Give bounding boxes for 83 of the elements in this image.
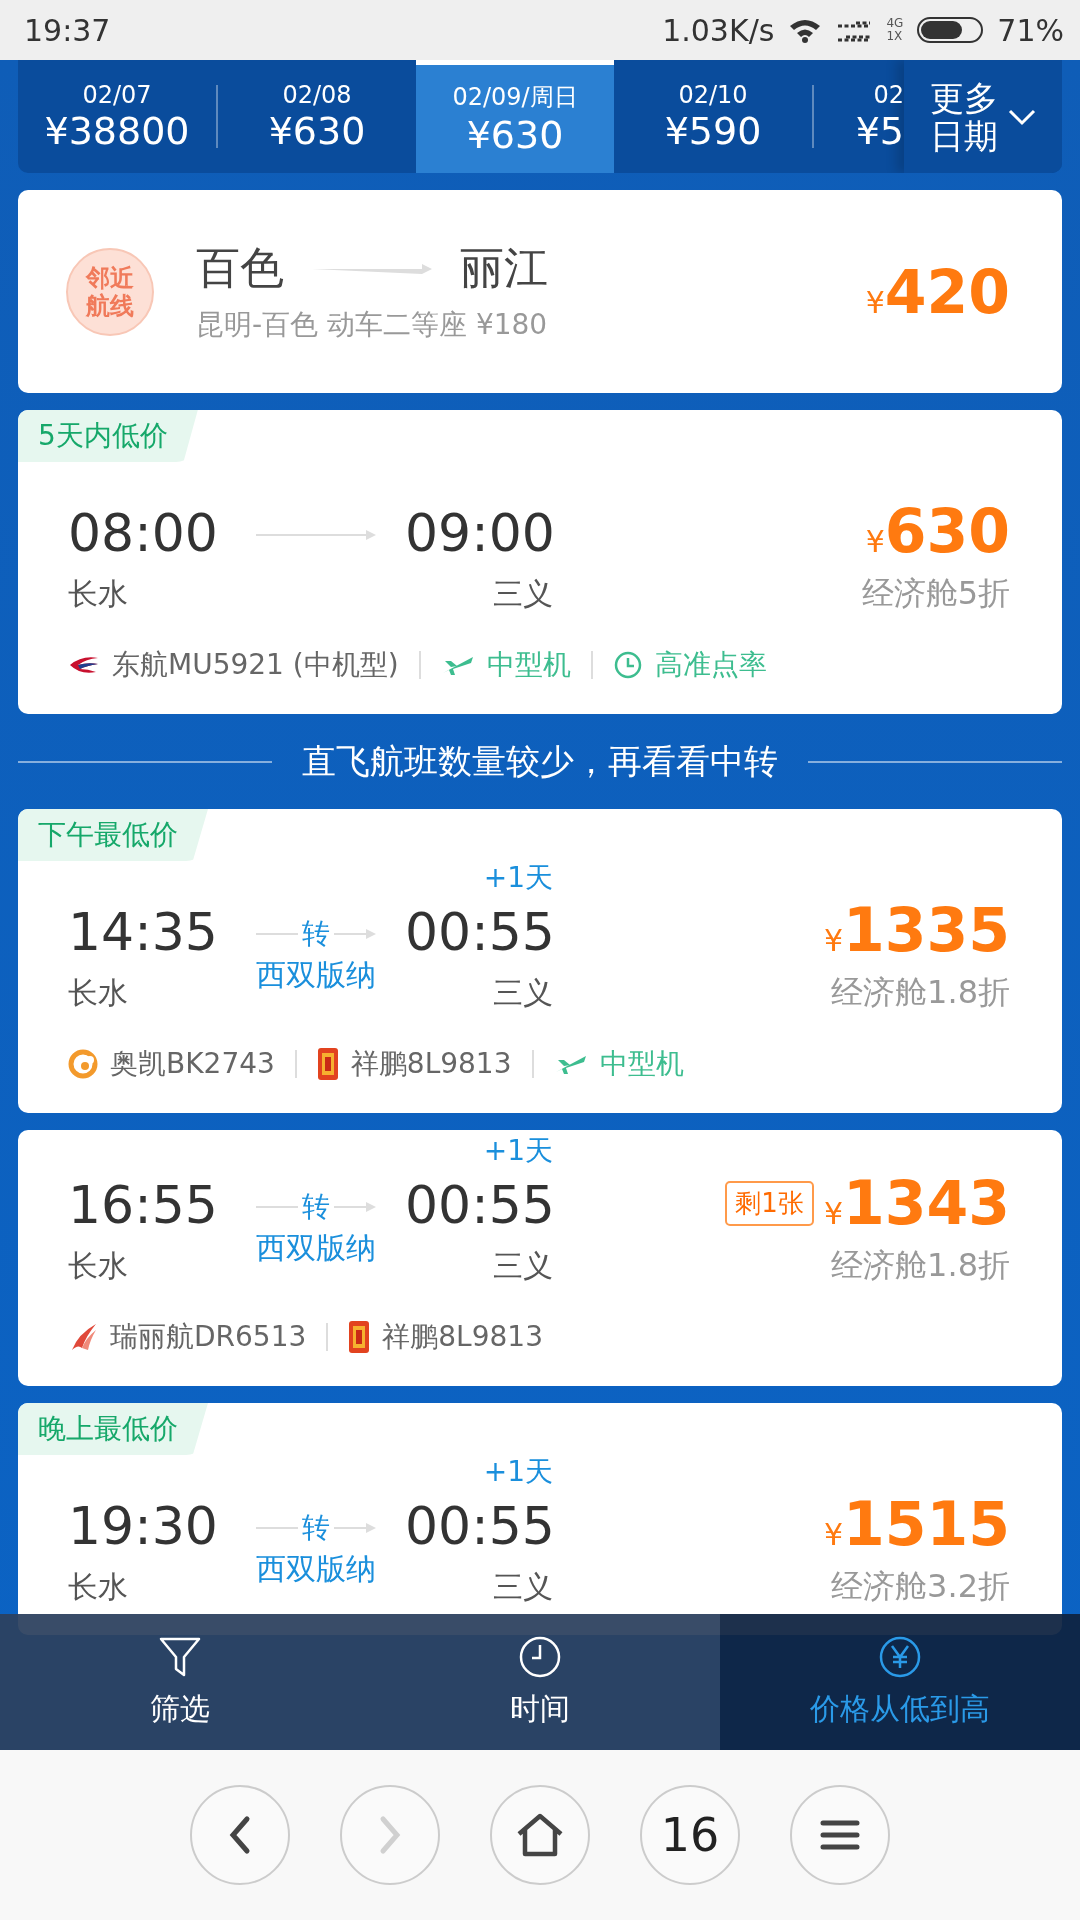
flight-card[interactable]: +1天 16:55 转 西双版纳 00:55 长水 三义 剩1张 ¥1343 经济舱1.8折 瑞丽航DR6513 祥鹏8L9813 [18, 1130, 1062, 1386]
battery-percent: 71% [997, 12, 1064, 48]
arrival-time: 09:00 [405, 503, 553, 563]
destination-city: 丽江 [460, 241, 548, 295]
flight-number: 奥凯BK2743 [110, 1046, 275, 1082]
currency-symbol: ¥ [865, 524, 885, 559]
more-dates-button[interactable]: 更多日期 [904, 60, 1062, 173]
home-icon [515, 1812, 565, 1858]
flight-tag: 5天内低价 [18, 410, 198, 462]
currency-symbol: ¥ [823, 1196, 843, 1231]
next-day-label: +1天 [482, 1454, 553, 1490]
transfer-city: 西双版纳 [255, 1229, 376, 1267]
date-tab[interactable]: 02/08 ¥630 [218, 60, 416, 173]
departure-time: 19:30 [68, 1496, 219, 1556]
flight-feature: 中型机 [486, 647, 571, 683]
flight-card[interactable]: 5天内低价 08:00 09:00 长水 三义 ¥630 经济舱5折 东航MU5921 (中机型) 中型机 高准点率 [18, 410, 1062, 714]
cabin-discount: 经济舱3.2折 [830, 1566, 1010, 1607]
arrival-time: 00:55 [405, 1496, 553, 1556]
flight-feature: 高准点率 [654, 647, 767, 683]
network-speed: 1.03K/s [662, 12, 775, 48]
yen-icon [878, 1634, 922, 1679]
date-tab[interactable]: 02/10 ¥590 [614, 60, 812, 173]
seats-left-badge: 剩1张 [725, 1180, 814, 1226]
departure-airport: 长水 [68, 574, 129, 613]
nearby-route-card[interactable]: 邻近航线 百色 丽江 昆明-百色 动车二等座 ¥180 ¥420 [18, 190, 1062, 393]
battery-icon [917, 17, 984, 43]
seal-logo-icon [316, 1047, 339, 1081]
currency-symbol: ¥ [823, 1517, 843, 1552]
flight-number: 祥鹏8L9813 [350, 1046, 512, 1082]
departure-time: 16:55 [68, 1175, 219, 1235]
flight-card[interactable]: 下午最低价 +1天 14:35 转 西双版纳 00:55 长水 三义 ¥1335 经济舱1.8折 奥凯BK2743 祥鹏8L9813 中型机 [18, 809, 1062, 1113]
next-day-label: +1天 [482, 1133, 553, 1169]
flight-number: 祥鹏8L9813 [382, 1319, 543, 1355]
cabin-discount: 经济舱1.8折 [830, 1245, 1010, 1286]
clock-icon [518, 1634, 562, 1679]
departure-airport: 长水 [68, 1567, 129, 1606]
currency-symbol: ¥ [823, 923, 843, 958]
chevron-down-icon [1007, 107, 1036, 126]
flight-tag: 下午最低价 [18, 809, 208, 861]
clock-time: 19:37 [24, 12, 111, 48]
date-tab[interactable]: 02 ¥5 [814, 60, 904, 173]
transfer-city: 西双版纳 [255, 956, 376, 994]
date-tab[interactable]: 02/09/周日 ¥630 [416, 60, 614, 173]
menu-icon [820, 1819, 860, 1851]
flight-number: 东航MU5921 (中机型) [112, 647, 399, 683]
arrival-time: 00:55 [405, 902, 553, 962]
sort-option[interactable]: 时间 [360, 1614, 720, 1750]
origin-city: 百色 [196, 241, 284, 295]
section-note: 直飞航班数量较少，再看看中转 [302, 739, 778, 783]
arrival-airport: 三义 [492, 1567, 553, 1606]
flight-tag: 晚上最低价 [18, 1403, 208, 1455]
arrival-airport: 三义 [492, 973, 553, 1012]
network-type: 1X [886, 30, 904, 43]
currency-symbol: ¥ [865, 284, 885, 320]
price: 630 [884, 496, 1010, 566]
route-detail: 昆明-百色 动车二等座 ¥180 [196, 307, 549, 343]
seal-logo-icon [348, 1320, 371, 1354]
clock-icon [612, 650, 643, 680]
flight-number: 瑞丽航DR6513 [110, 1319, 307, 1355]
arrival-airport: 三义 [492, 1246, 553, 1285]
flight-feature: 中型机 [599, 1046, 684, 1082]
price: 1515 [843, 1489, 1010, 1559]
wifi-icon [788, 17, 823, 43]
departure-time: 08:00 [68, 503, 219, 563]
price: 1335 [843, 895, 1010, 965]
nearby-route-stamp: 邻近航线 [66, 247, 154, 336]
departure-airport: 长水 [68, 973, 129, 1012]
arrival-time: 00:55 [405, 1175, 553, 1235]
network-type: 4G [886, 17, 904, 30]
arrival-airport: 三义 [492, 574, 553, 613]
ring-logo-icon [68, 1049, 98, 1079]
transfer-city: 西双版纳 [255, 1550, 376, 1588]
tabs-button[interactable]: 16 [640, 1785, 740, 1885]
sort-option[interactable]: 价格从低到高 [720, 1614, 1080, 1750]
sort-option[interactable]: 筛选 [0, 1614, 360, 1750]
price: 1343 [843, 1168, 1010, 1238]
departure-time: 14:35 [68, 902, 219, 962]
departure-airport: 长水 [68, 1246, 129, 1285]
next-day-label: +1天 [482, 860, 553, 896]
cabin-discount: 经济舱5折 [860, 573, 1010, 614]
date-tab[interactable]: 02/07 ¥38800 [18, 60, 216, 173]
cabin-discount: 经济舱1.8折 [830, 972, 1010, 1013]
price: 420 [884, 256, 1010, 327]
